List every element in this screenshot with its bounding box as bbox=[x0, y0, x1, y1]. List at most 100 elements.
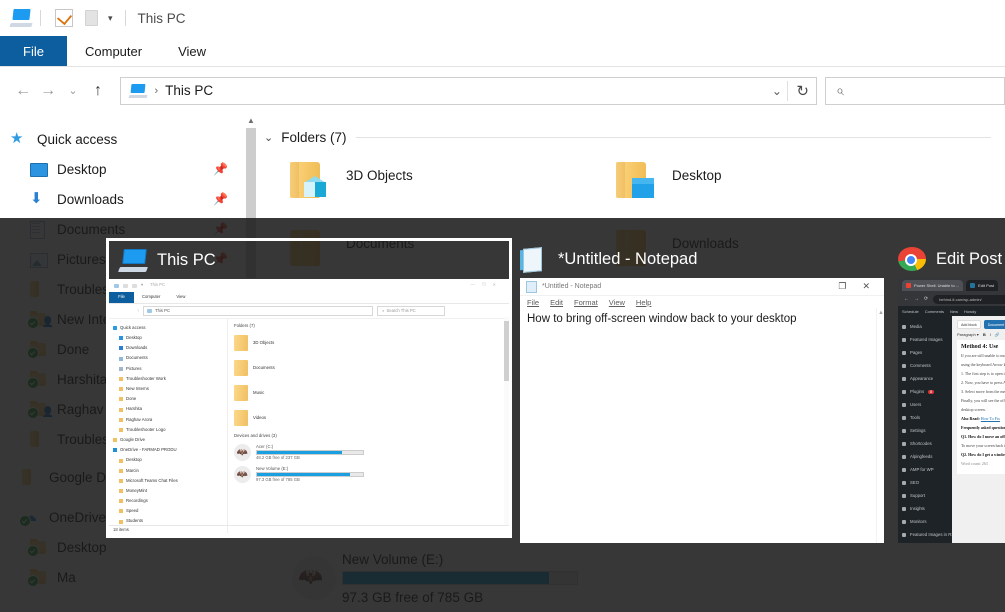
pin-icon[interactable]: 📌 bbox=[213, 192, 228, 206]
alt-tab-card-this-pc[interactable]: This PC ▾ This PC —❐✕ File Computer View… bbox=[106, 238, 512, 538]
mini-drive-row[interactable]: 🦇 Acer (C:) 48.2 GB free of 237 GB bbox=[234, 442, 509, 464]
mini-window-controls[interactable]: —❐✕ bbox=[471, 282, 503, 288]
breadcrumb[interactable]: This PC bbox=[165, 83, 213, 98]
sidebar-item-quick-access[interactable]: ★ Quick access bbox=[0, 124, 242, 154]
mini-sidebar-item[interactable]: Speed bbox=[109, 506, 227, 516]
mini-wp-menu-item[interactable]: Tools bbox=[898, 411, 952, 424]
also-read-link[interactable]: How To Fix bbox=[981, 416, 1000, 421]
mini-wp-menu-item[interactable]: Pages bbox=[898, 346, 952, 359]
mini-search-input[interactable]: ⌕ Search This PC bbox=[377, 306, 446, 316]
mini-sidebar-item[interactable]: Downloads bbox=[109, 343, 227, 353]
mini-wp-menu-item[interactable]: Featured Images in RSS bbox=[898, 528, 957, 541]
mini-sidebar-item[interactable]: Microsoft Teams Chat Files bbox=[109, 476, 227, 486]
card-preview-this-pc[interactable]: ▾ This PC —❐✕ File Computer View ↑ This … bbox=[109, 279, 509, 535]
mini-wp-menu-item[interactable]: SEO bbox=[898, 476, 952, 489]
add-block-button[interactable]: Add block bbox=[957, 320, 981, 329]
mini-sidebar-item[interactable]: Quick access bbox=[109, 323, 227, 333]
mini-wp-menu-item[interactable]: Rankie bbox=[898, 541, 952, 543]
mini-sidebar-item[interactable]: Done bbox=[109, 394, 227, 404]
refresh-button[interactable]: ↻ bbox=[796, 82, 809, 100]
mini-folder-tile[interactable]: Videos bbox=[234, 406, 509, 430]
search-input[interactable]: ⌕ bbox=[824, 76, 1005, 105]
mini-chrome-url[interactable]: behind-lt.can/wp-admin/ bbox=[933, 294, 1005, 304]
sidebar-item-downloads[interactable]: ⬇ Downloads 📌 bbox=[0, 184, 242, 214]
tab-computer[interactable]: Computer bbox=[67, 36, 160, 66]
sidebar-item-desktop[interactable]: Desktop 📌 bbox=[0, 154, 242, 184]
mini-chrome-tab[interactable]: Power Shell: Unable to ... bbox=[902, 279, 964, 291]
customize-quick-access-icon[interactable]: ▾ bbox=[108, 13, 113, 24]
mini-sidebar-item[interactable]: Marcin bbox=[109, 466, 227, 476]
alt-tab-card-notepad[interactable]: *Untitled - Notepad *Untitled - Notepad … bbox=[520, 240, 884, 543]
mini-sidebar-item[interactable]: Troubleshooter Work bbox=[109, 374, 227, 384]
mini-tab-file[interactable]: File bbox=[109, 292, 134, 303]
mini-wp-admin-item[interactable]: Schedule bbox=[902, 309, 919, 314]
new-folder-icon[interactable] bbox=[85, 10, 98, 26]
mini-wp-menu-item[interactable]: Support bbox=[898, 489, 952, 502]
mini-tab-computer[interactable]: Computer bbox=[134, 292, 168, 303]
forward-icon[interactable]: → bbox=[914, 296, 919, 302]
italic-icon[interactable]: I bbox=[990, 332, 991, 337]
mini-sidebar-item[interactable]: Pictures bbox=[109, 364, 227, 374]
close-icon[interactable]: ✕ bbox=[862, 281, 870, 292]
mini-wp-menu-item[interactable]: Comments bbox=[898, 359, 952, 372]
mini-wp-menu-item[interactable]: Featured Images bbox=[898, 333, 952, 346]
mini-sidebar-item[interactable]: Troubleshooter Logo bbox=[109, 425, 227, 435]
card-preview-chrome[interactable]: Power Shell: Unable to ... Edit Post ← →… bbox=[898, 278, 1005, 543]
pin-icon[interactable]: 📌 bbox=[213, 162, 228, 176]
mini-wp-menu-item[interactable]: Settings bbox=[898, 424, 952, 437]
mini-wp-admin-item[interactable]: New bbox=[950, 309, 958, 314]
mini-address-bar[interactable]: This PC bbox=[143, 306, 374, 316]
mini-notepad-menu-item[interactable]: Help bbox=[636, 298, 651, 307]
restore-icon[interactable]: ❐ bbox=[838, 281, 846, 292]
mini-wp-menu-item[interactable]: AMP for WP bbox=[898, 463, 952, 476]
mini-wp-menu-item[interactable]: Insights bbox=[898, 502, 952, 515]
mini-sidebar-item[interactable]: Recordings bbox=[109, 496, 227, 506]
back-icon[interactable]: ← bbox=[904, 296, 909, 302]
scroll-up-icon[interactable]: ▲ bbox=[244, 114, 258, 128]
chevron-down-icon[interactable]: ⌄ bbox=[264, 131, 273, 144]
folder-tile-desktop[interactable]: Desktop bbox=[586, 150, 912, 218]
mini-tab-view[interactable]: View bbox=[168, 292, 193, 303]
mini-wp-menu-item[interactable]: Shortcodes bbox=[898, 437, 952, 450]
bold-icon[interactable]: B bbox=[983, 332, 986, 337]
mini-sidebar-item[interactable]: Desktop bbox=[109, 455, 227, 465]
mini-wp-menu-item[interactable]: Monitors bbox=[898, 515, 952, 528]
mini-sidebar-item[interactable]: Desktop bbox=[109, 333, 227, 343]
mini-wp-menu-item[interactable]: Media bbox=[898, 320, 952, 333]
mini-folder-tile[interactable]: Documents bbox=[234, 356, 509, 380]
back-button[interactable]: ← bbox=[11, 77, 36, 105]
tab-file[interactable]: File bbox=[0, 36, 67, 66]
document-button[interactable]: Document bbox=[983, 320, 1005, 329]
address-bar[interactable]: › This PC ⌄ ↻ bbox=[120, 76, 817, 105]
forward-button[interactable]: → bbox=[36, 77, 61, 105]
mini-wp-menu-item[interactable]: Appearance bbox=[898, 372, 952, 385]
reload-icon[interactable]: ⟳ bbox=[924, 296, 928, 302]
folder-tile-3d-objects[interactable]: 3D Objects bbox=[260, 150, 586, 218]
mini-chrome-tab-active[interactable]: Edit Post bbox=[966, 279, 999, 291]
mini-window-controls[interactable]: ❐ ✕ bbox=[838, 281, 870, 292]
mini-wp-admin-item[interactable]: Comments bbox=[925, 309, 944, 314]
folders-group-header[interactable]: ⌄ Folders (7) bbox=[260, 124, 1005, 150]
mini-drive-row[interactable]: 🦇 New Volume (E:) 97.3 GB free of 785 GB bbox=[234, 464, 509, 486]
address-dropdown-icon[interactable]: ⌄ bbox=[772, 84, 782, 98]
mini-folder-tile[interactable]: Music bbox=[234, 381, 509, 405]
link-icon[interactable]: 🔗 bbox=[995, 332, 1000, 337]
mini-sidebar-item[interactable]: MoneyMint bbox=[109, 486, 227, 496]
mini-wp-menu-item[interactable]: Users bbox=[898, 398, 952, 411]
mini-sidebar-item[interactable]: Raghav Arora bbox=[109, 415, 227, 425]
mini-notepad-menu-item[interactable]: File bbox=[527, 298, 539, 307]
mini-sidebar-item[interactable]: Google Drive bbox=[109, 435, 227, 445]
tab-view[interactable]: View bbox=[160, 36, 224, 66]
mini-scrollbar[interactable] bbox=[504, 317, 509, 525]
up-button[interactable]: ↑ bbox=[86, 77, 111, 105]
mini-sidebar-item[interactable]: Documents bbox=[109, 354, 227, 364]
mini-notepad-menu-item[interactable]: View bbox=[609, 298, 625, 307]
mini-notepad-menu-item[interactable]: Format bbox=[574, 298, 598, 307]
mini-notepad-menu-item[interactable]: Edit bbox=[550, 298, 563, 307]
mini-up-icon[interactable]: ↑ bbox=[137, 308, 139, 314]
recent-locations-button[interactable]: ⌄ bbox=[61, 77, 86, 105]
mini-sidebar-item[interactable]: New Interns bbox=[109, 384, 227, 394]
mini-sidebar-item[interactable]: OneDrive - FARMAD PRODU bbox=[109, 445, 227, 455]
mini-wp-admin-item[interactable]: Howdy bbox=[964, 309, 976, 314]
mini-wp-menu-item[interactable]: Plugins 8 bbox=[898, 385, 952, 398]
